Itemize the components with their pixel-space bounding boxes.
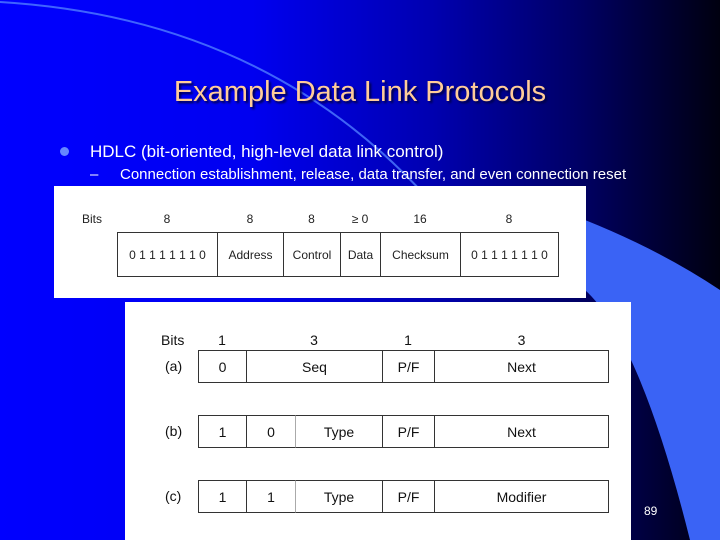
flag-field: 0 1 1 1 1 1 1 0 <box>117 232 218 277</box>
row-c-field: Modifier <box>434 480 609 513</box>
row-a-field: Next <box>434 350 609 383</box>
bit-size: 8 <box>505 212 513 226</box>
row-a-field: 0 <box>198 350 247 383</box>
bits-label: Bits <box>82 212 103 226</box>
bit-size: 1 <box>218 332 226 348</box>
bits-label: Bits <box>161 332 185 348</box>
control-field-diagram: Bits 1 3 1 3 (a) 0 Seq P/F Next (b) 1 0 … <box>125 302 631 540</box>
bullet-text: HDLC (bit-oriented, high-level data link… <box>90 142 444 161</box>
row-c-field: Type <box>295 480 383 513</box>
sub-bullet-text: Connection establishment, release, data … <box>120 166 627 183</box>
bit-size: 8 <box>246 212 254 226</box>
checksum-field: Checksum <box>380 232 461 277</box>
bit-size: 8 <box>308 212 315 226</box>
bit-size: 3 <box>310 332 318 348</box>
control-field: Control <box>283 232 341 277</box>
row-a-field: Seq <box>246 350 383 383</box>
address-field: Address <box>217 232 284 277</box>
row-b-field: 1 <box>198 415 247 448</box>
data-field: Data <box>340 232 381 277</box>
row-b-field: 0 <box>246 415 296 448</box>
row-c-field: 1 <box>198 480 247 513</box>
row-b-field: Type <box>295 415 383 448</box>
page-number: 89 <box>644 504 658 518</box>
flag-field: 0 1 1 1 1 1 1 0 <box>460 232 559 277</box>
bit-size: 16 <box>413 212 427 226</box>
bit-size: ≥ 0 <box>351 212 369 226</box>
row-b-field: P/F <box>382 415 435 448</box>
row-label: (a) <box>165 358 183 374</box>
dash-icon: – <box>90 166 99 183</box>
bit-size: 1 <box>404 332 412 348</box>
bullet-dot-icon <box>60 147 69 156</box>
hdlc-frame-diagram: Bits 8 8 8 ≥ 0 16 8 0 1 1 1 1 1 1 0 Addr… <box>54 186 586 298</box>
row-b-field: Next <box>434 415 609 448</box>
bit-size: 8 <box>163 212 171 226</box>
row-c-field: 1 <box>246 480 296 513</box>
slide-title: Example Data Link Protocols <box>173 76 547 108</box>
row-label: (b) <box>165 423 183 439</box>
row-label: (c) <box>165 488 182 504</box>
bit-size: 3 <box>517 332 526 348</box>
row-a-field: P/F <box>382 350 435 383</box>
row-c-field: P/F <box>382 480 435 513</box>
